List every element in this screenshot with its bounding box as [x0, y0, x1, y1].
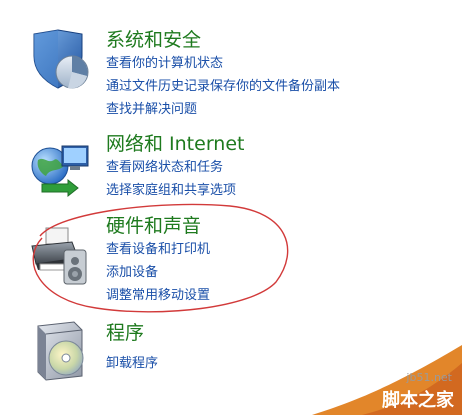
watermark-brand: 脚本之家 [382, 390, 454, 411]
link-view-computer-status[interactable]: 查看你的计算机状态 [106, 55, 223, 73]
program-disc-icon[interactable] [28, 318, 92, 382]
category-title-programs[interactable]: 程序 [106, 321, 144, 345]
printer-speaker-icon[interactable] [28, 224, 92, 288]
category-title-hardware-sound[interactable]: 硬件和声音 [106, 214, 201, 238]
network-globe-icon[interactable] [28, 138, 92, 202]
link-devices-printers[interactable]: 查看设备和打印机 [106, 241, 210, 259]
link-troubleshoot[interactable]: 查找并解决问题 [106, 101, 197, 119]
link-network-status-tasks[interactable]: 查看网络状态和任务 [106, 159, 223, 177]
category-title-system-security[interactable]: 系统和安全 [106, 28, 201, 52]
link-add-device[interactable]: 添加设备 [106, 264, 158, 282]
link-mobility-settings[interactable]: 调整常用移动设置 [106, 287, 210, 305]
watermark-site: jb51.net [406, 371, 452, 384]
link-homegroup-sharing[interactable]: 选择家庭组和共享选项 [106, 182, 236, 200]
link-file-history-backup[interactable]: 通过文件历史记录保存你的文件备份副本 [106, 78, 340, 96]
link-uninstall-program[interactable]: 卸载程序 [106, 355, 158, 373]
category-title-network-internet[interactable]: 网络和 Internet [106, 132, 244, 156]
shield-pie-chart-icon[interactable] [28, 28, 92, 92]
